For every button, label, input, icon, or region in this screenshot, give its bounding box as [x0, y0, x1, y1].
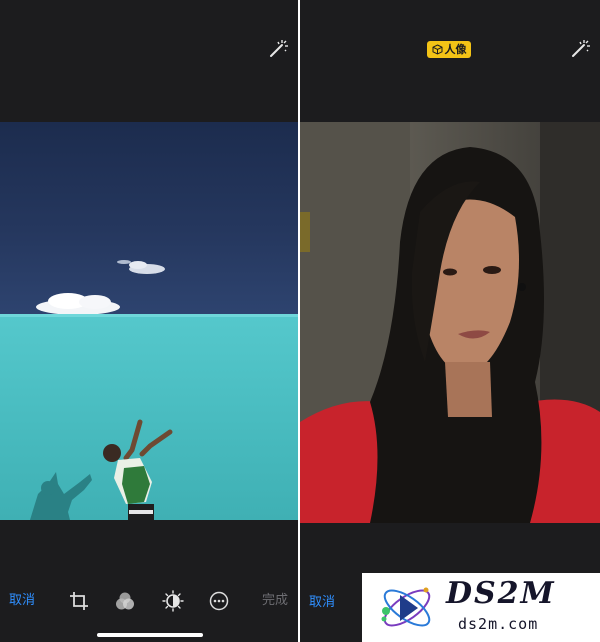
adjust-icon[interactable] [162, 590, 184, 612]
more-icon[interactable] [208, 590, 230, 612]
portrait-photo [300, 122, 600, 523]
bottom-toolbar: 取消 完成 [0, 588, 298, 614]
watermark-title: DS2M [446, 576, 556, 611]
person-with-shadow [30, 419, 173, 520]
watermark-url: ds2m.com [458, 615, 539, 633]
watermark: DS2M ds2m.com [362, 573, 600, 642]
filters-icon[interactable] [114, 590, 136, 612]
portrait-mode-badge[interactable]: 人像 [427, 41, 471, 58]
cancel-button[interactable]: 取消 [309, 594, 335, 612]
home-indicator [97, 633, 203, 637]
left-photo-editor: 取消 完成 [0, 0, 298, 642]
cancel-button[interactable]: 取消 [9, 592, 35, 610]
magic-wand-icon[interactable] [267, 38, 289, 60]
cube-icon [432, 44, 442, 55]
photo-wall-sky [0, 122, 298, 520]
portrait-subject [300, 122, 600, 523]
magic-wand-icon[interactable] [569, 38, 591, 60]
done-button[interactable]: 完成 [262, 592, 288, 610]
crop-rotate-icon[interactable] [68, 590, 90, 612]
portrait-badge-label: 人像 [444, 43, 467, 56]
right-photo-editor: 人像 取消 [300, 0, 600, 642]
watermark-logo [381, 587, 431, 627]
